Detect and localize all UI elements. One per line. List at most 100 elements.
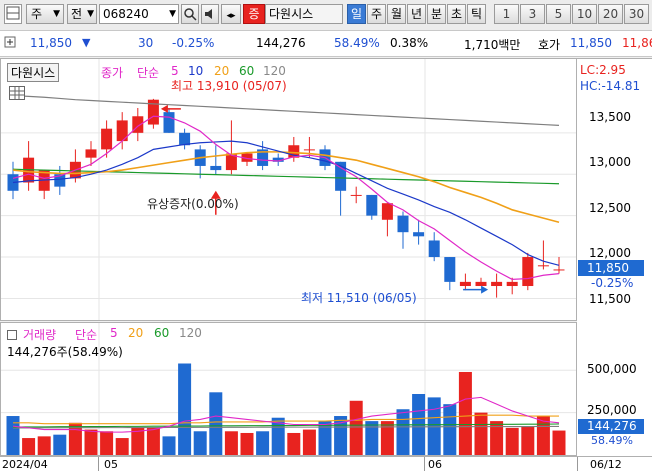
search-button[interactable] xyxy=(181,4,199,24)
bid-price: 11,860 xyxy=(622,36,652,50)
candle-body xyxy=(101,128,113,150)
volume-bar xyxy=(318,421,332,455)
toolbar: 주 ▼ 전 ▼ 068240 ▼ ◂▸ 증 다원시스 일주월년분초틱 1 3 5 10… xyxy=(0,0,652,31)
collapse-icon[interactable] xyxy=(7,330,17,340)
interval-button[interactable]: 20 xyxy=(598,4,623,24)
tab-period[interactable]: 초 xyxy=(447,4,466,24)
price-tick: 12,500 xyxy=(589,201,631,215)
candle-body xyxy=(381,203,393,220)
interval-button[interactable]: 30 xyxy=(624,4,649,24)
volume-value: 144,276 xyxy=(256,36,306,50)
legend-ma60: 60 xyxy=(239,64,255,78)
event-annotation: 유상증자(0.00%) xyxy=(147,197,239,211)
trade-amount: 1,710백만 xyxy=(464,38,521,52)
tab-period[interactable]: 분 xyxy=(427,4,446,24)
volume-legend-ma120: 120 xyxy=(179,326,202,340)
interval-button[interactable]: 1 xyxy=(494,4,519,24)
tab-period[interactable]: 주 xyxy=(367,4,386,24)
low-annotation: 최저 11,510 (06/05) xyxy=(301,291,417,305)
stock-name-field: 다원시스 xyxy=(265,4,343,24)
candle-body xyxy=(366,194,378,216)
volume-legend-name: 거래량 xyxy=(23,328,57,342)
tab-period[interactable]: 년 xyxy=(407,4,426,24)
price-tick: 13,500 xyxy=(589,110,631,124)
ma60-line xyxy=(12,168,560,185)
volume-bar xyxy=(302,429,316,455)
legend-ma10: 10 xyxy=(188,64,204,78)
current-price-marker-value: 11,850 xyxy=(587,261,629,275)
candle-body xyxy=(537,265,549,267)
speaker-button[interactable] xyxy=(201,4,219,24)
volume-bar xyxy=(349,400,363,455)
period-dropdown[interactable]: 주 ▼ xyxy=(26,4,64,24)
market-dropdown[interactable]: 전 ▼ xyxy=(67,4,97,24)
chevron-down-icon: ▼ xyxy=(87,9,94,19)
candle-body xyxy=(350,194,362,196)
volume-bar xyxy=(521,426,535,455)
stock-code-value: 068240 xyxy=(103,7,149,21)
candle-body xyxy=(475,281,487,287)
interval-button[interactable]: 5 xyxy=(546,4,571,24)
volume-tick: 500,000 xyxy=(587,362,637,376)
axis-divider xyxy=(577,457,578,471)
volume-bar xyxy=(505,427,519,455)
volume-legend-ma-type: 단순 xyxy=(75,328,98,342)
volume-bar xyxy=(193,431,207,455)
stock-name: 다원시스 xyxy=(269,7,314,21)
current-price-marker: 11,850 xyxy=(578,260,644,276)
current-volume-pct: 58.49% xyxy=(591,434,633,447)
tab-period[interactable]: 일 xyxy=(347,4,366,24)
search-icon xyxy=(184,8,197,21)
interval-button[interactable]: 3 xyxy=(520,4,545,24)
volume-bar xyxy=(53,434,67,455)
candle-body xyxy=(553,269,565,271)
volume-bar xyxy=(224,431,238,455)
high-arrow-head xyxy=(160,104,168,113)
market-dropdown-label: 전 xyxy=(71,7,83,21)
quote-label: 호가 xyxy=(538,38,561,52)
tab-period[interactable]: 틱 xyxy=(467,4,486,24)
volume-bar xyxy=(162,436,176,455)
volume-bar xyxy=(209,392,223,455)
chevron-down-icon: ▼ xyxy=(53,9,60,19)
candle-body xyxy=(444,257,456,282)
volume-pct: 58.49% xyxy=(334,36,380,50)
volume-bar xyxy=(365,421,379,455)
candle-body xyxy=(163,112,175,133)
tab-period[interactable]: 월 xyxy=(387,4,406,24)
volume-axis: 500,000 250,000 144,276 58.49% xyxy=(577,322,652,457)
price-chart-panel[interactable]: 다원시스 종가 단순 5 10 20 60 120 최고 13,910 (05/… xyxy=(0,58,577,321)
current-volume-value: 144,276 xyxy=(587,419,637,433)
price-tick: 13,000 xyxy=(589,155,631,169)
price-chart[interactable] xyxy=(1,59,576,320)
volume-bar xyxy=(84,429,98,455)
stock-nav-button[interactable]: ◂▸ xyxy=(221,4,241,24)
expand-icon[interactable] xyxy=(4,36,16,51)
chart-options-icon[interactable] xyxy=(4,4,22,24)
price-axis: LC:2.95 HC:-14.81 13,500 13,000 12,500 1… xyxy=(577,58,652,323)
chart-stock-name[interactable]: 다원시스 xyxy=(7,63,60,82)
ma10-line xyxy=(12,140,560,266)
price-change: 30 xyxy=(138,36,154,50)
chevron-down-icon: ▼ xyxy=(169,9,176,19)
time-label: 2024/04 xyxy=(2,458,48,471)
legend-ma5: 5 xyxy=(171,64,179,78)
quote-info-bar: 11,850 ▼ 30 -0.25% 144,276 58.49% 0.38% … xyxy=(0,31,652,57)
current-volume-marker: 144,276 xyxy=(578,419,644,434)
interval-button[interactable]: 10 xyxy=(572,4,597,24)
ask-price: 11,850 xyxy=(570,36,612,50)
turnover-rate: 0.38% xyxy=(390,36,429,50)
stock-code-input[interactable]: 068240 ▼ xyxy=(99,4,179,24)
speaker-icon xyxy=(205,9,212,19)
price-tick: 11,500 xyxy=(589,292,631,306)
volume-bar xyxy=(443,404,457,455)
grid-icon[interactable] xyxy=(9,86,25,100)
volume-chart-panel[interactable]: 거래량 단순 5 20 60 120 144,276주(58.49%) xyxy=(0,322,577,456)
candle-body xyxy=(397,215,409,233)
ma20-line xyxy=(12,151,560,224)
candle-body xyxy=(491,281,503,287)
ma5-line xyxy=(12,115,560,281)
candle-body xyxy=(413,232,425,237)
price-tick: 12,000 xyxy=(589,246,631,260)
time-axis: 2024/04 05 06 06/12 xyxy=(0,456,652,472)
